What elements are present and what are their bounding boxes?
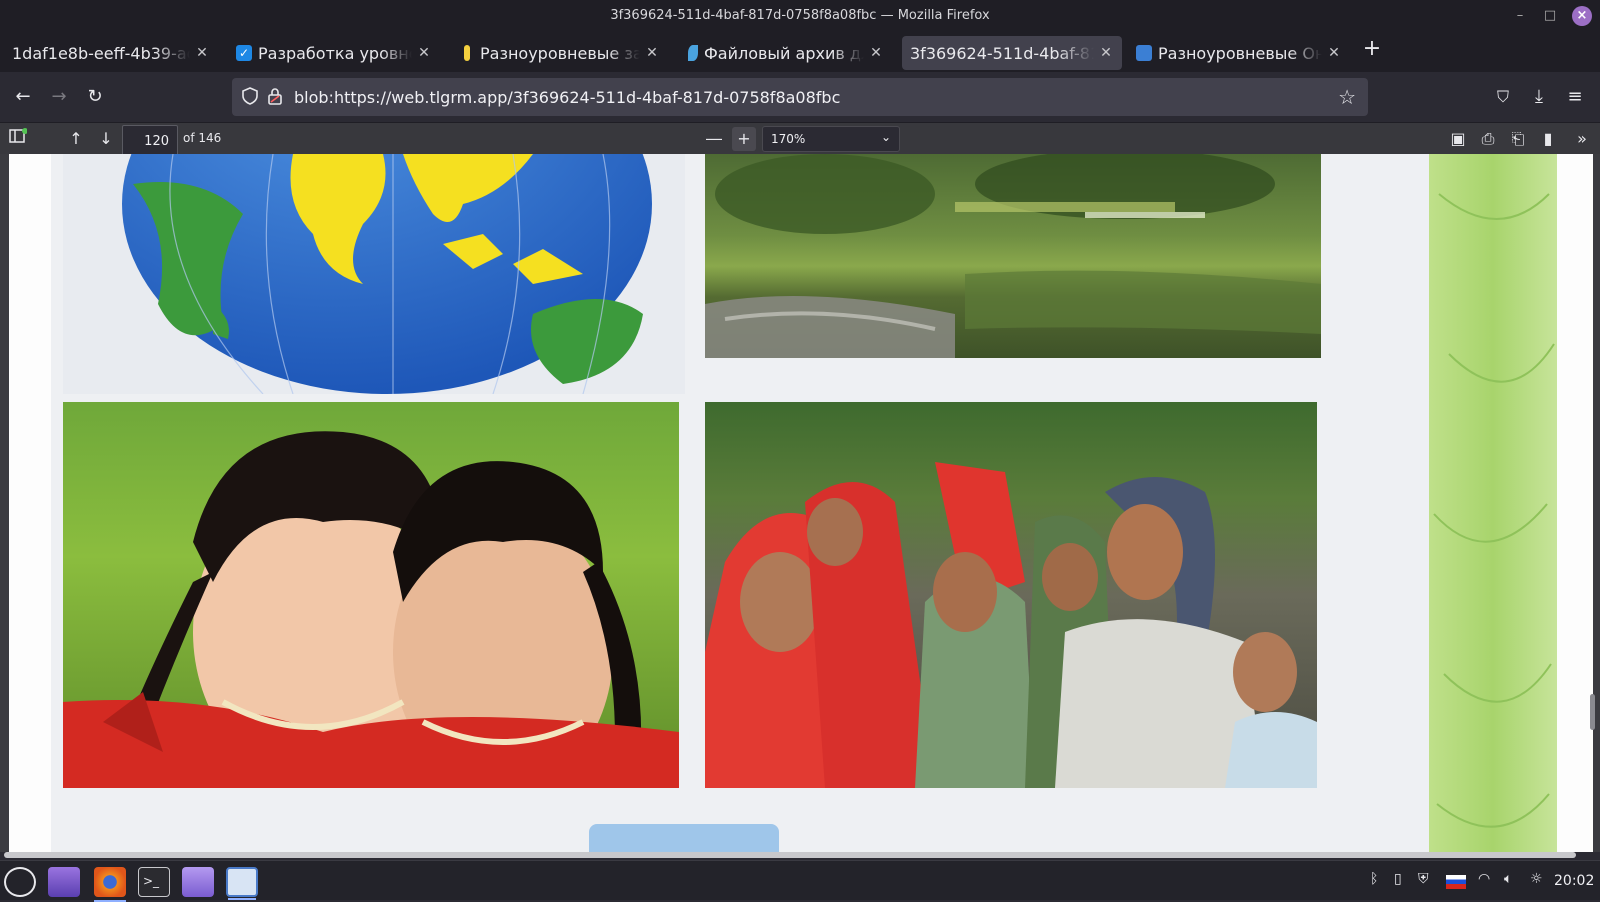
check-icon: ✓ xyxy=(236,45,252,61)
lock-icon[interactable] xyxy=(268,87,282,105)
tab-close-icon[interactable]: ✕ xyxy=(868,45,884,61)
tab-2-label: Разработка уровне xyxy=(258,43,412,63)
children-photo-image xyxy=(63,402,679,788)
horizontal-scrollbar[interactable] xyxy=(4,852,1576,858)
clock[interactable]: 20:02 xyxy=(1554,873,1594,889)
tab-5-active[interactable]: 3f369624-511d-4baf-817d- ✕ xyxy=(902,36,1122,70)
zoom-select[interactable]: 170% ⌄ xyxy=(762,126,900,152)
tab-1-label: 1daf1e8b-eeff-4b39-ad16- xyxy=(12,43,190,63)
menu-icon[interactable]: ≡ xyxy=(1562,84,1588,110)
previous-page-icon[interactable]: ↑ xyxy=(64,127,88,151)
wifi-icon[interactable]: ◠ xyxy=(1478,871,1490,887)
globe-image xyxy=(63,154,685,394)
tab-2[interactable]: ✓ Разработка уровне ✕ xyxy=(228,36,440,70)
tab-close-icon[interactable]: ✕ xyxy=(1098,45,1114,61)
keyboard-layout-flag-icon[interactable] xyxy=(1446,875,1466,889)
terminal-icon[interactable]: >_ xyxy=(138,867,170,897)
bluetooth-icon[interactable]: ᛒ xyxy=(1370,871,1378,887)
minimize-icon[interactable]: – xyxy=(1510,6,1530,26)
text-editor-icon[interactable] xyxy=(226,867,258,900)
new-tab-button[interactable]: + xyxy=(1360,38,1384,62)
tab-3[interactable]: Разноуровневые за ✕ xyxy=(456,36,668,70)
tab-close-icon[interactable]: ✕ xyxy=(644,45,660,61)
tab-close-icon[interactable]: ✕ xyxy=(416,45,432,61)
url-text: blob:https://web.tlgrm.app/3f369624-511d… xyxy=(294,88,841,107)
presentation-mode-icon[interactable]: ▣ xyxy=(1446,127,1470,151)
vertical-scrollbar[interactable] xyxy=(1590,694,1595,730)
next-page-icon[interactable]: ↓ xyxy=(94,127,118,151)
shield-update-icon[interactable]: ⛨ xyxy=(1418,871,1429,887)
mint-menu-icon[interactable] xyxy=(4,867,36,897)
pocket-icon[interactable]: ⛉ xyxy=(1490,84,1516,110)
tab-close-icon[interactable]: ✕ xyxy=(1326,45,1342,61)
brightness-icon[interactable]: ☼ xyxy=(1530,871,1543,887)
taskbar: >_ ᛒ ▯ ⛨ ◠ 🔈︎ ☼ 20:02 xyxy=(0,860,1600,902)
tab-4-label: Файловый архив дл xyxy=(704,43,864,63)
pdf-page xyxy=(9,154,1593,852)
tab-6[interactable]: Разноуровневые Он ✕ xyxy=(1128,36,1350,70)
pdf-viewer[interactable] xyxy=(0,154,1600,852)
shield-icon[interactable] xyxy=(242,87,258,105)
pdf-toolbar: ↑ ↓ 120 of 146 ― + 170% ⌄ ▣ ⎙ ⎗ ▮ » xyxy=(0,122,1600,157)
book-icon xyxy=(1136,45,1152,61)
tab-1[interactable]: 1daf1e8b-eeff-4b39-ad16- ✕ xyxy=(4,36,218,70)
volume-icon[interactable]: 🔈︎ xyxy=(1504,871,1512,887)
show-desktop-icon[interactable] xyxy=(48,867,80,897)
maximize-icon[interactable]: □ xyxy=(1540,6,1560,26)
window-titlebar: 3f369624-511d-4baf-817d-0758f8a08fbc — M… xyxy=(0,0,1600,32)
bookmark-icon[interactable]: ▮ xyxy=(1536,127,1560,151)
url-bar[interactable]: blob:https://web.tlgrm.app/3f369624-511d… xyxy=(232,78,1368,116)
forward-icon[interactable]: → xyxy=(46,84,72,110)
firefox-icon[interactable] xyxy=(94,867,126,902)
window-title: 3f369624-511d-4baf-817d-0758f8a08fbc — M… xyxy=(610,8,990,23)
tab-5-label: 3f369624-511d-4baf-817d- xyxy=(910,43,1094,63)
folder-icon[interactable] xyxy=(182,867,214,897)
tab-4[interactable]: Файловый архив дл ✕ xyxy=(680,36,892,70)
navigation-bar: ← → ↻ blob:https://web.tlgrm.app/3f36962… xyxy=(0,72,1600,122)
chevron-down-icon: ⌄ xyxy=(880,130,891,144)
tab-3-label: Разноуровневые за xyxy=(480,43,640,63)
close-window-icon[interactable]: × xyxy=(1572,6,1592,26)
page-count: of 146 xyxy=(183,131,222,145)
tab-6-label: Разноуровневые Он xyxy=(1158,43,1322,63)
decorative-green-border xyxy=(1429,154,1557,852)
zoom-value: 170% xyxy=(771,132,806,146)
landscape-image xyxy=(705,154,1321,358)
info-icon xyxy=(464,45,470,61)
zoom-in-icon[interactable]: + xyxy=(732,127,756,151)
file-archive-icon xyxy=(688,45,698,61)
reload-icon[interactable]: ↻ xyxy=(82,84,108,110)
back-icon[interactable]: ← xyxy=(10,84,36,110)
save-icon[interactable]: ⎗ xyxy=(1506,127,1530,151)
clipboard-icon[interactable]: ▯ xyxy=(1394,871,1402,887)
page-number-input[interactable]: 120 xyxy=(122,125,178,157)
zoom-out-icon[interactable]: ― xyxy=(702,127,726,151)
sidebar-toggle-icon[interactable] xyxy=(6,127,30,151)
page-label-tab xyxy=(589,824,779,852)
print-icon[interactable]: ⎙ xyxy=(1476,127,1500,151)
bookmark-star-icon[interactable]: ☆ xyxy=(1338,85,1356,109)
tools-menu-icon[interactable]: » xyxy=(1570,127,1594,151)
tab-close-icon[interactable]: ✕ xyxy=(194,45,210,61)
download-icon[interactable]: ⤓ xyxy=(1526,84,1552,110)
crowd-photo-image xyxy=(705,402,1317,788)
